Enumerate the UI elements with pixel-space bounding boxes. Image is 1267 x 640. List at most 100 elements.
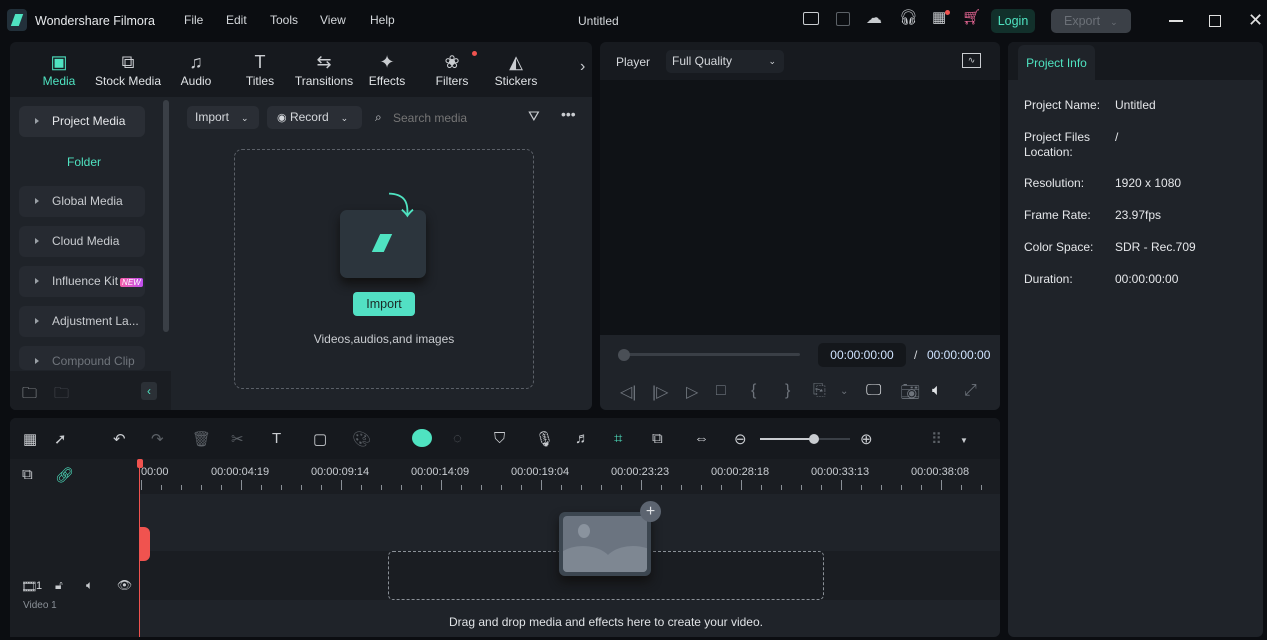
tab-media[interactable]: ▣ Media (40, 50, 78, 88)
eye-icon[interactable]: 👁︎ (117, 578, 132, 592)
zoom-out-icon[interactable]: ⊖ (734, 430, 747, 448)
sidebar-item-global-media[interactable]: Global Media (19, 186, 145, 217)
ai-copilot-icon[interactable] (412, 429, 432, 447)
layout-grid-icon[interactable]: ▦ (23, 430, 37, 448)
prev-frame-icon[interactable]: ◁| (620, 382, 636, 402)
project-files-location-value: / (1115, 130, 1119, 144)
redo-icon[interactable]: ↷ (151, 430, 164, 448)
chevron-down-icon[interactable]: ⌄ (840, 386, 848, 397)
crop-icon[interactable]: ▢ (313, 430, 327, 448)
save-icon[interactable] (836, 12, 850, 26)
mark-out-icon[interactable]: } (785, 382, 790, 400)
fit-timeline-icon[interactable]: ⇔ (694, 430, 709, 447)
layout-icon[interactable] (803, 12, 819, 25)
search-input[interactable] (393, 108, 513, 128)
tab-audio[interactable]: ♫ Audio (178, 50, 214, 88)
import-button[interactable]: Import (353, 292, 415, 316)
speed-ramp-icon[interactable]: ◌ (453, 430, 462, 447)
undo-icon[interactable]: ↶ (113, 430, 126, 448)
filters-notification-dot (472, 51, 477, 56)
marker-icon[interactable]: ⛉ (494, 430, 505, 447)
sidebar-folder[interactable]: Folder (67, 155, 101, 169)
add-icon[interactable]: + (640, 501, 661, 522)
import-dropdown[interactable]: Import ⌄ (187, 106, 259, 129)
apps-icon[interactable]: ▦ (932, 8, 946, 26)
ruler-tick (161, 485, 162, 490)
cut-icon[interactable]: ✂ (231, 430, 244, 448)
current-time[interactable]: 00:00:00:00 (818, 343, 906, 367)
login-button[interactable]: Login (991, 9, 1035, 33)
zoom-in-icon[interactable]: ⊕ (860, 430, 873, 448)
stop-icon[interactable]: □ (716, 382, 726, 400)
menu-view[interactable]: View (320, 13, 346, 27)
next-frame-icon[interactable]: |▷ (652, 382, 668, 402)
insert-icon[interactable]: ⎘ (813, 382, 826, 400)
cloud-icon[interactable]: ☁ (866, 8, 882, 28)
export-button[interactable]: Export ⌄ (1051, 9, 1131, 33)
image-placeholder-icon (559, 512, 651, 576)
music-note-list-icon[interactable]: ♬ (575, 430, 590, 447)
sidebar-item-project-media[interactable]: Project Media (19, 106, 145, 137)
menu-file[interactable]: File (184, 13, 203, 27)
maximize-icon[interactable] (1209, 15, 1221, 27)
play-icon[interactable]: ▷ (686, 382, 698, 402)
ruler-tick (981, 485, 982, 490)
menu-edit[interactable]: Edit (226, 13, 247, 27)
track-volume-icon[interactable]: 🔈︎ (86, 578, 93, 593)
add-track-icon[interactable]: ⧉ (22, 466, 33, 483)
more-icon[interactable]: ••• (561, 106, 576, 122)
collapse-sidebar-button[interactable]: ‹ (141, 382, 157, 400)
player-progress-handle[interactable] (618, 349, 630, 361)
tab-transitions[interactable]: ⇆ Transitions (294, 50, 354, 88)
sidebar-item-adjustment-layer[interactable]: Adjustment La... (19, 306, 145, 337)
waveform-monitor-icon[interactable]: ∿ (962, 53, 981, 68)
new-folder-icon[interactable]: 🗀︎ (22, 383, 37, 408)
fullscreen-icon[interactable]: ⤢ (964, 382, 977, 400)
playhead-handle[interactable] (137, 459, 143, 468)
record-dropdown[interactable]: ◉ Record ⌄ (267, 106, 362, 129)
ruler-label: 00:00:38:08 (911, 466, 970, 478)
sidebar-item-cloud-media[interactable]: Cloud Media (19, 226, 145, 257)
track-label: Video 1 (23, 600, 57, 611)
cart-icon[interactable]: 🛒︎ (962, 8, 981, 26)
volume-icon[interactable]: 🔈︎ (932, 382, 942, 400)
lock-icon[interactable]: 🔓︎ (55, 578, 63, 593)
display-icon[interactable]: 🖵︎ (866, 382, 881, 400)
close-icon[interactable]: ✕ (1248, 10, 1263, 31)
tab-effects[interactable]: ✦ Effects (367, 50, 407, 88)
sidebar-item-influence-kit[interactable]: Influence Kit NEW (19, 266, 145, 297)
music-icon: ♫ (189, 52, 203, 72)
filter-icon[interactable]: ⛛ (528, 108, 540, 125)
headset-icon[interactable]: 🎧︎ (899, 8, 918, 26)
screen-record-icon[interactable]: ⧉ (652, 430, 663, 447)
quality-dropdown[interactable]: Full Quality ⌄ (666, 50, 784, 73)
minimize-icon[interactable] (1169, 20, 1183, 22)
mark-in-icon[interactable]: { (751, 382, 756, 400)
chevron-right-icon[interactable]: › (580, 58, 585, 76)
tab-stickers[interactable]: ◭ Stickers (494, 50, 538, 88)
tab-titles[interactable]: T Titles (244, 50, 276, 88)
select-tool-icon[interactable]: ➚ (54, 430, 67, 448)
tab-project-info[interactable]: Project Info (1018, 45, 1095, 80)
export-label: Export (1064, 14, 1101, 28)
snapshot-icon[interactable]: 📷︎ (900, 382, 920, 402)
track-layout-icon[interactable]: ⠿ (931, 430, 942, 448)
microphone-icon[interactable]: 🎙︎ (535, 430, 554, 448)
ai-split-icon[interactable]: ⌗ (614, 430, 622, 447)
ruler-tick (241, 480, 242, 490)
playhead-tab[interactable] (139, 527, 150, 561)
color-palette-icon[interactable]: 🎨︎ (352, 430, 371, 448)
tab-filters[interactable]: ❀ Filters (434, 50, 470, 88)
chevron-down-icon[interactable]: ▼ (960, 436, 968, 445)
link-icon[interactable]: 🔗︎ (55, 466, 74, 484)
menu-help[interactable]: Help (370, 13, 395, 27)
sidebar-item-compound-clip[interactable]: Compound Clip (19, 346, 145, 370)
player-progress-track[interactable] (620, 353, 800, 356)
sidebar-scrollbar[interactable] (163, 100, 169, 332)
zoom-slider-handle[interactable] (809, 434, 819, 444)
text-icon[interactable]: T (272, 430, 281, 447)
delete-icon[interactable]: 🗑︎ (192, 430, 211, 448)
delete-folder-icon[interactable]: 🗀︎ (54, 383, 69, 408)
tab-stock-media[interactable]: ⧉ Stock Media (94, 50, 162, 88)
menu-tools[interactable]: Tools (270, 13, 298, 27)
